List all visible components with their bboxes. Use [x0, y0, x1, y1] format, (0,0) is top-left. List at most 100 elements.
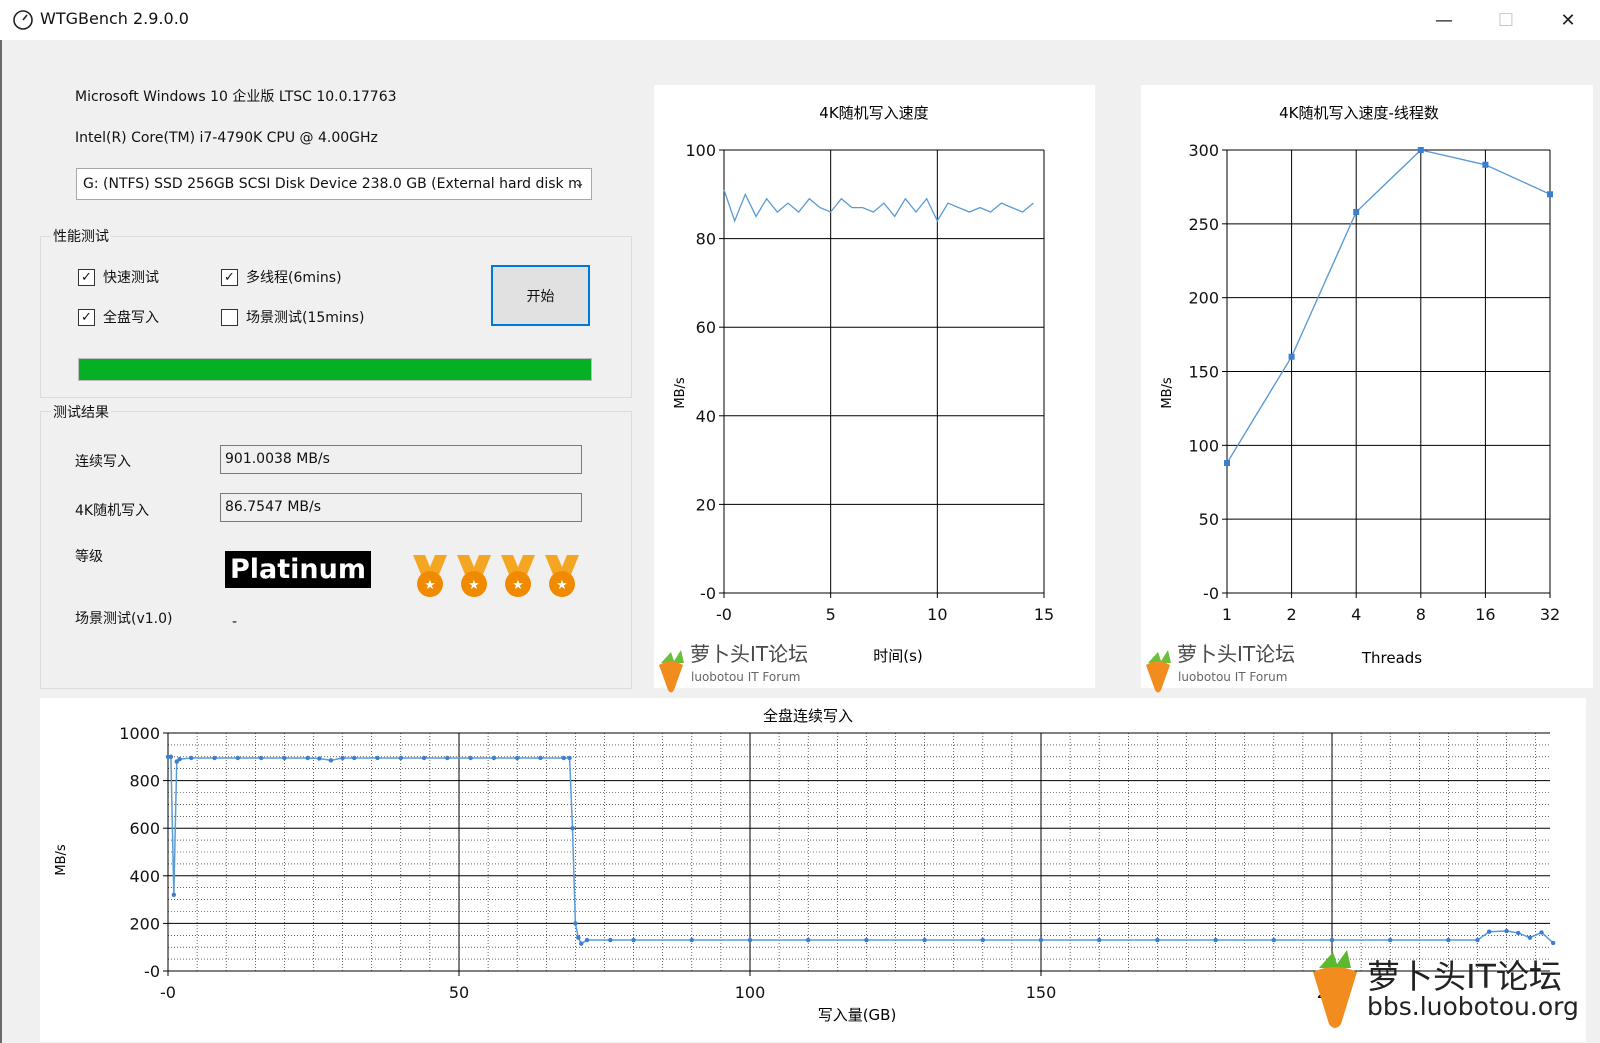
start-button[interactable]: 开始 [491, 265, 590, 326]
multithread-checkbox[interactable]: ✓ 多线程(6mins) [221, 267, 342, 287]
scene-result-value: - [232, 614, 238, 630]
checkbox-box: ✓ [78, 268, 95, 286]
close-button[interactable]: ✕ [1538, 0, 1598, 40]
os-info: Microsoft Windows 10 企业版 LTSC 10.0.17763 [75, 89, 397, 105]
data-point [1504, 928, 1509, 934]
data-point [1539, 930, 1544, 935]
data-point [177, 756, 182, 762]
x-tick-label: 150 [1026, 983, 1057, 1002]
multithread-label: 多线程(6mins) [246, 270, 342, 286]
perf-test-legend: 性能测试 [51, 226, 111, 246]
data-point [282, 755, 287, 761]
x-tick-label: 100 [735, 983, 766, 1002]
data-point [1213, 937, 1218, 943]
y-tick-label: 300 [1188, 141, 1219, 160]
data-point [689, 937, 694, 943]
medal-icon: ★ [545, 555, 579, 597]
x-tick-label: -0 [716, 605, 732, 624]
medal-icon: ★ [457, 555, 491, 597]
data-point [445, 755, 450, 761]
full-write-checkbox[interactable]: ✓ 全盘写入 [78, 307, 159, 327]
grade-badge: Platinum [225, 551, 371, 588]
y-tick-label: 80 [696, 230, 716, 249]
data-point [1155, 937, 1160, 943]
disk-select[interactable]: G: (NTFS) SSD 256GB SCSI Disk Device 238… [76, 168, 592, 200]
data-point [1097, 937, 1102, 943]
carrot-logo-icon [1313, 950, 1357, 1028]
y-tick-label: 100 [685, 141, 716, 160]
forum-logo-title: 萝卜头IT论坛 [1177, 642, 1295, 666]
data-point [584, 937, 590, 943]
y-tick-label: 20 [696, 495, 716, 514]
data-point [1271, 937, 1277, 943]
series-line [1226, 149, 1551, 464]
data-point [468, 755, 473, 761]
scene-test-label: 场景测试(15mins) [246, 310, 365, 326]
minimize-button[interactable]: — [1414, 0, 1474, 40]
y-tick-label: 200 [129, 914, 160, 933]
rand-write-label: 4K随机写入 [75, 503, 150, 519]
data-point [1547, 191, 1553, 198]
forum-logo-title: 萝卜头IT论坛 [690, 642, 808, 666]
y-tick-label: 150 [1188, 363, 1219, 382]
svg-text:★: ★ [556, 578, 568, 593]
data-point [317, 756, 322, 761]
y-tick-label: 800 [129, 772, 160, 791]
full-write-label: 全盘写入 [103, 310, 159, 326]
seq-write-label: 连续写入 [75, 454, 131, 470]
x-tick-label: 16 [1475, 605, 1495, 624]
svg-text:★: ★ [512, 578, 524, 593]
y-tick-label: -0 [1203, 584, 1219, 603]
x-tick-label: 10 [927, 605, 947, 624]
checkbox-box: ✓ [78, 308, 95, 326]
series-line [168, 756, 1554, 945]
x-tick-label: 4 [1351, 605, 1361, 624]
window-title: WTGBench 2.9.0.0 [40, 9, 189, 28]
x-tick-label: 1 [1222, 605, 1232, 624]
data-point [1353, 209, 1360, 216]
data-point [340, 755, 345, 761]
maximize-button[interactable]: ☐ [1476, 0, 1536, 40]
data-point [171, 892, 177, 898]
data-point [491, 755, 497, 761]
data-point [1486, 929, 1492, 934]
scene-test-checkbox[interactable]: 场景测试(15mins) [221, 307, 364, 327]
data-point [1475, 937, 1480, 943]
quick-test-checkbox[interactable]: ✓ 快速测试 [78, 267, 159, 287]
data-point [922, 937, 927, 943]
forum-watermark: 萝卜头IT论坛 bbs.luobotou.org [1305, 948, 1585, 1028]
x-axis-label: Threads [1361, 649, 1422, 667]
results-legend: 测试结果 [51, 402, 111, 422]
y-tick-label: 100 [1188, 436, 1219, 455]
data-point [421, 755, 427, 761]
y-tick-label: 40 [696, 407, 716, 426]
data-point [1417, 147, 1424, 153]
disk-select-value: G: (NTFS) SSD 256GB SCSI Disk Device 238… [83, 176, 582, 192]
data-point [1038, 937, 1044, 943]
y-tick-label: 50 [1199, 510, 1219, 529]
scene-result-label: 场景测试(v1.0) [75, 611, 173, 627]
y-tick-label: -0 [700, 584, 716, 603]
svg-text:★: ★ [424, 578, 436, 593]
y-axis-label: MB/s [673, 377, 688, 409]
threads-chart: 4K随机写入速度-线程数 MB/s Threads 1 2 4 8 16 32 -0 50 10… [1146, 104, 1560, 693]
y-tick-label: 250 [1188, 215, 1219, 234]
x-tick-label: 32 [1540, 605, 1560, 624]
medal-icon: ★ [413, 555, 447, 597]
data-point [864, 937, 869, 943]
data-point [1388, 937, 1393, 943]
chevron-down-icon: ⌄ [574, 176, 585, 191]
chart-title: 全盘连续写入 [763, 707, 853, 725]
data-point [1224, 460, 1230, 467]
data-point [1516, 930, 1521, 936]
data-point [576, 935, 581, 940]
grade-label: 等级 [75, 549, 103, 565]
data-point [573, 921, 578, 926]
svg-text:★: ★ [468, 578, 480, 593]
data-point [1288, 353, 1295, 360]
data-point [631, 937, 636, 943]
x-tick-label: 2 [1287, 605, 1297, 624]
x-axis-label: 写入量(GB) [818, 1006, 897, 1024]
seq-write-value: 901.0038 MB/s [220, 445, 582, 474]
forum-logo-sub: luobotou IT Forum [1178, 670, 1287, 684]
